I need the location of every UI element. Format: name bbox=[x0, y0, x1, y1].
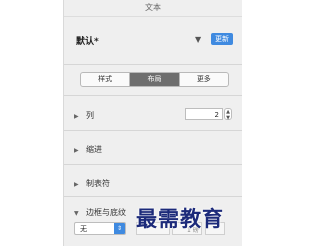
chevron-updown-icon[interactable]: ⇕ bbox=[114, 223, 125, 234]
borders-label: 边框与底纹 bbox=[86, 208, 126, 217]
indents-label: 缩进 bbox=[86, 145, 102, 154]
update-style-button[interactable]: 更新 bbox=[211, 33, 233, 45]
window-edge bbox=[242, 0, 258, 246]
paragraph-style-row[interactable]: 默认* ▼ 更新 bbox=[64, 16, 242, 65]
chevron-down-icon[interactable]: ▼ bbox=[195, 35, 201, 44]
tabs-section-toggle[interactable]: ▶ 制表符 bbox=[74, 178, 110, 189]
inspector-title: 文本 bbox=[64, 0, 242, 17]
disclosure-triangle-icon[interactable]: ▶ bbox=[74, 147, 80, 154]
tab-more[interactable]: 更多 bbox=[178, 73, 228, 86]
border-style-value: 无 bbox=[80, 225, 87, 233]
tab-layout[interactable]: 布局 bbox=[129, 73, 179, 86]
document-canvas bbox=[0, 0, 63, 246]
borders-section-toggle[interactable]: ▼ 边框与底纹 bbox=[74, 207, 126, 218]
columns-count-field[interactable]: 2 bbox=[185, 108, 223, 120]
border-style-select[interactable]: 无 ⇕ bbox=[74, 222, 126, 235]
columns-section-toggle[interactable]: ▶ 列 bbox=[74, 110, 94, 121]
divider bbox=[64, 196, 242, 197]
columns-label: 列 bbox=[86, 111, 94, 120]
disclosure-triangle-icon[interactable]: ▶ bbox=[74, 181, 80, 188]
disclosure-triangle-icon[interactable]: ▶ bbox=[74, 113, 80, 120]
tab-style[interactable]: 样式 bbox=[81, 73, 129, 86]
divider bbox=[64, 95, 242, 96]
disclosure-triangle-down-icon[interactable]: ▼ bbox=[74, 210, 80, 217]
indents-section-toggle[interactable]: ▶ 缩进 bbox=[74, 144, 102, 155]
divider bbox=[64, 164, 242, 165]
watermark-text: 最需教育 bbox=[136, 206, 224, 231]
divider bbox=[64, 130, 242, 131]
inspector-tab-bar: 样式 布局 更多 bbox=[80, 72, 229, 87]
tabs-label: 制表符 bbox=[86, 179, 110, 188]
stepper-icon[interactable]: ▲ ▼ bbox=[224, 108, 232, 121]
paragraph-style-name[interactable]: 默认* bbox=[76, 34, 99, 47]
